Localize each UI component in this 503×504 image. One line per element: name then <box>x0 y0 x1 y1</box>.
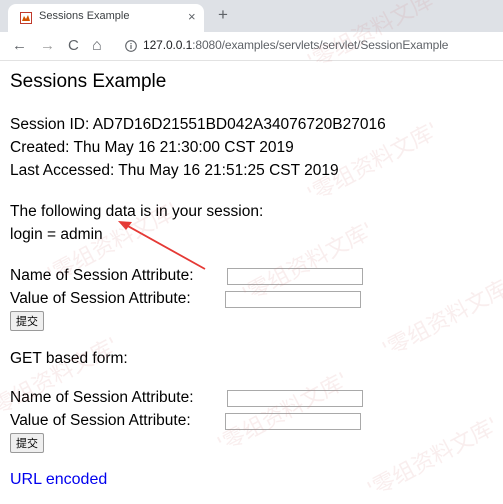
url-host: 127.0.0.1 <box>143 38 193 52</box>
get-form-label: GET based form: <box>10 350 128 367</box>
session-id-text: Session ID: AD7D16D21551BD042A34076720B2… <box>10 116 386 133</box>
tab-sessions-example[interactable]: Sessions Example × <box>8 4 204 32</box>
tab-title: Sessions Example <box>39 10 130 22</box>
close-tab-icon[interactable]: × <box>188 9 196 24</box>
url-encoded-link[interactable]: URL encoded <box>10 469 107 491</box>
session-data-entry: login = admin <box>10 226 103 243</box>
form1-value-input[interactable] <box>225 291 361 308</box>
new-tab-icon[interactable]: + <box>218 5 228 25</box>
form2-value-input[interactable] <box>225 413 361 430</box>
url-path: :8080/examples/servlets/servlet/SessionE… <box>192 38 449 52</box>
tab-bar: Sessions Example × + <box>0 0 503 32</box>
browser-toolbar: ← → C ⌂ 127.0.0.1:8080/examples/servlets… <box>0 32 503 61</box>
watermark-text: '零组资料文库' <box>378 273 503 364</box>
reload-icon[interactable]: C <box>68 36 79 56</box>
form1-name-input[interactable] <box>227 268 363 285</box>
forward-arrow-icon[interactable]: → <box>40 36 55 56</box>
form2-name-input[interactable] <box>227 390 363 407</box>
form1-submit-button[interactable]: 提交 <box>10 311 44 331</box>
form2-value-label: Value of Session Attribute: <box>10 412 191 429</box>
form2-name-label: Name of Session Attribute: <box>10 389 194 406</box>
site-info-icon[interactable] <box>125 40 137 52</box>
page-title: Sessions Example <box>10 71 167 92</box>
created-text: Created: Thu May 16 21:30:00 CST 2019 <box>10 139 294 156</box>
annotation-arrow-icon <box>118 221 206 270</box>
watermark-text: '零组资料文库' <box>211 363 353 459</box>
back-arrow-icon[interactable]: ← <box>12 36 27 56</box>
form1-value-label: Value of Session Attribute: <box>10 290 191 307</box>
form2-submit-button[interactable]: 提交 <box>10 433 44 453</box>
tomcat-favicon-icon <box>20 12 32 24</box>
address-bar[interactable]: 127.0.0.1:8080/examples/servlets/servlet… <box>143 38 448 52</box>
home-icon[interactable]: ⌂ <box>92 36 102 56</box>
last-accessed-text: Last Accessed: Thu May 16 21:51:25 CST 2… <box>10 162 339 179</box>
watermark-text: '零组资料文库' <box>363 413 503 504</box>
